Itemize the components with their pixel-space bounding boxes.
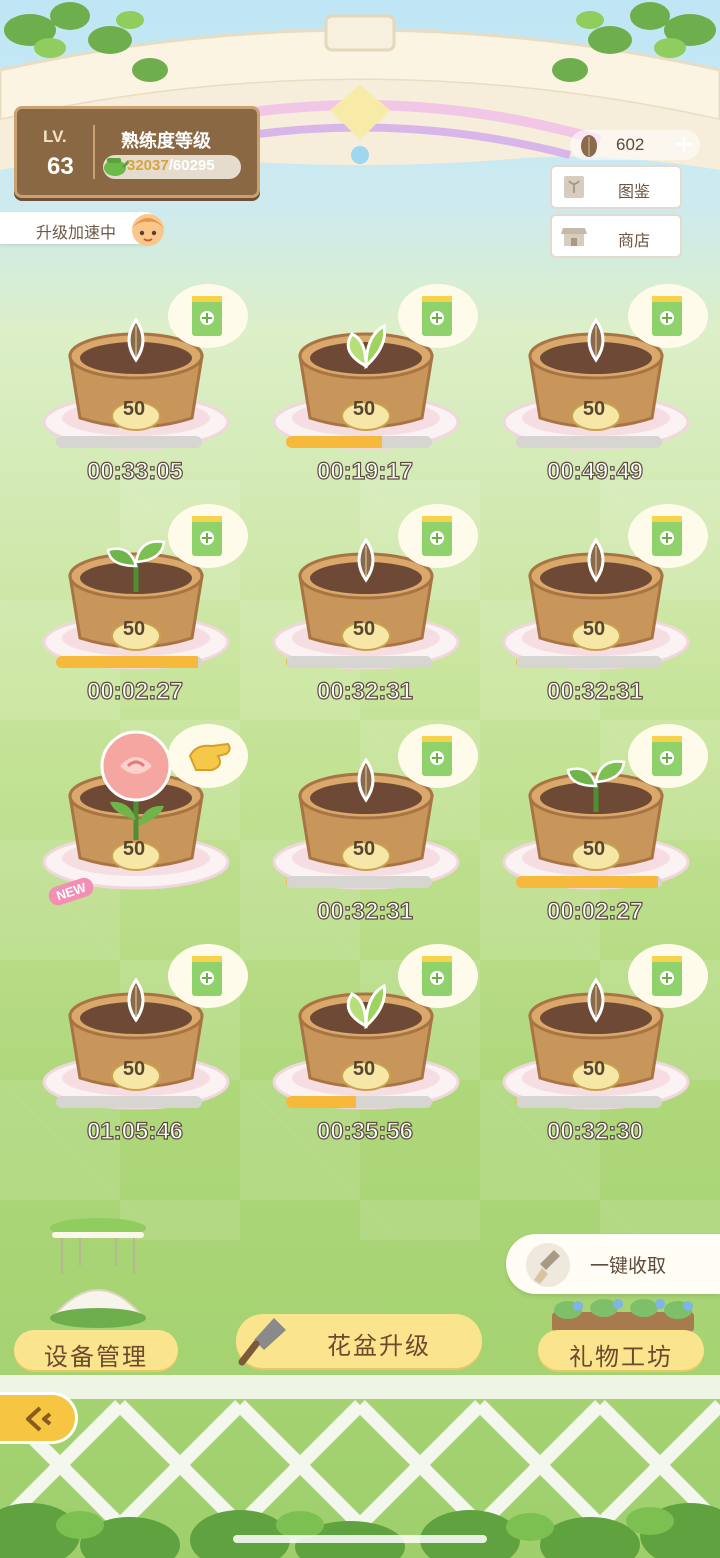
equipment-management-label: 设备管理 <box>44 1343 148 1371</box>
flowerpot[interactable]: 50 00:02:27 <box>40 504 248 720</box>
growth-progress-fill <box>286 436 383 448</box>
pot-level-number: 50 <box>122 1058 146 1080</box>
growth-progress-fill <box>516 876 658 888</box>
growth-timer: 00:49:49 <box>546 457 644 485</box>
back-button[interactable] <box>0 1392 78 1444</box>
growth-timer: 01:05:46 <box>86 1117 184 1145</box>
catalog-label: 图鉴 <box>618 182 651 201</box>
add-currency-button[interactable]: + <box>674 130 694 158</box>
level-value: 63 <box>47 153 74 180</box>
flowerpot[interactable]: 50 00:49:49 <box>500 284 708 500</box>
shop-label: 商店 <box>618 231 651 250</box>
one-click-harvest-button[interactable]: 一键收取 <box>506 1234 720 1294</box>
pot-level-number: 50 <box>122 838 146 860</box>
growth-timer: 00:19:17 <box>316 457 414 485</box>
seed-packet-icon[interactable] <box>626 282 710 352</box>
xp-max: 60295 <box>172 157 215 174</box>
growth-timer: 00:02:27 <box>86 677 184 705</box>
gift-workshop-button[interactable]: 礼物工坊 <box>538 1330 704 1371</box>
seed-currency-icon <box>581 135 597 157</box>
flowerpot[interactable]: 50 00:32:31 <box>500 504 708 720</box>
growth-timer: 00:35:56 <box>316 1117 414 1145</box>
pot-level-number: 50 <box>352 618 376 640</box>
seed-packet-icon[interactable] <box>396 722 480 792</box>
pot-level-number: 50 <box>582 1058 606 1080</box>
growth-progress-bar <box>286 876 432 888</box>
shovel-icon <box>526 1243 570 1287</box>
growth-progress-bar <box>286 436 432 448</box>
level-label: LV. <box>43 127 67 146</box>
flowerpot[interactable]: 50 00:32:30 <box>500 944 708 1160</box>
speedup-badge[interactable]: 升级加速中 <box>0 212 164 246</box>
pot-upgrade-label: 花盆升级 <box>327 1332 431 1360</box>
pot-level-number: 50 <box>582 398 606 420</box>
growth-progress-bar <box>286 1096 432 1108</box>
growth-timer: 00:32:31 <box>546 677 644 705</box>
pot-level-number: 50 <box>122 398 146 420</box>
growth-timer: 00:02:27 <box>546 897 644 925</box>
growth-progress-bar <box>516 656 662 668</box>
level-divider <box>93 125 95 179</box>
helper-avatar-icon <box>132 214 164 246</box>
watering-can-icon <box>104 158 129 176</box>
equipment-management-button[interactable]: 设备管理 <box>14 1330 178 1371</box>
pot-level-number: 50 <box>352 398 376 420</box>
seed-packet-icon[interactable] <box>626 942 710 1012</box>
seed-packet-icon[interactable] <box>396 282 480 352</box>
seed-packet-icon[interactable] <box>166 282 250 352</box>
one-click-harvest-label: 一键收取 <box>590 1255 667 1277</box>
currency-amount: 602 <box>616 135 645 154</box>
shop-icon <box>561 228 587 246</box>
xp-text: 32037/60295 <box>127 157 215 174</box>
mastery-title: 熟练度等级 <box>121 131 211 152</box>
pot-upgrade-button[interactable]: 花盆升级 <box>236 1314 482 1368</box>
garden-fence <box>0 1375 720 1558</box>
pot-level-number: 50 <box>582 838 606 860</box>
flowerpot[interactable]: 50 00:33:05 <box>40 284 248 500</box>
equipment-gazebo-icon <box>50 1218 146 1328</box>
growth-progress-bar <box>56 436 202 448</box>
gift-workshop-label: 礼物工坊 <box>569 1343 673 1371</box>
seed-packet-icon[interactable] <box>396 942 480 1012</box>
pot-level-number: 50 <box>352 1058 376 1080</box>
speedup-label: 升级加速中 <box>36 223 117 242</box>
xp-current: 32037 <box>127 157 169 174</box>
seed-packet-icon[interactable] <box>166 942 250 1012</box>
book-icon <box>564 176 584 198</box>
growth-progress-fill <box>286 1096 357 1108</box>
pot-level-number: 50 <box>352 838 376 860</box>
gift-workshop-planter-icon <box>552 1299 694 1332</box>
seed-packet-icon[interactable] <box>626 502 710 572</box>
flowerpot[interactable]: 50 00:35:56 <box>270 944 478 1160</box>
growth-timer: 00:32:31 <box>316 897 414 925</box>
flowerpot[interactable]: 50 NEW <box>40 724 248 940</box>
pot-level-number: 50 <box>122 618 146 640</box>
growth-progress-bar <box>516 876 662 888</box>
harvest-glove-icon[interactable] <box>166 722 250 792</box>
flowerpot[interactable]: 50 00:19:17 <box>270 284 478 500</box>
catalog-button[interactable]: 图鉴 <box>550 165 682 209</box>
growth-progress-bar <box>516 1096 662 1108</box>
level-card[interactable]: LV. 63 熟练度等级 32037/60295 <box>14 106 260 198</box>
seed-packet-icon[interactable] <box>626 722 710 792</box>
seed-packet-icon[interactable] <box>166 502 250 572</box>
growth-progress-bar <box>286 656 432 668</box>
flowerpot[interactable]: 50 01:05:46 <box>40 944 248 1160</box>
growth-progress-bar <box>516 436 662 448</box>
pot-level-number: 50 <box>582 618 606 640</box>
seed-packet-icon[interactable] <box>396 502 480 572</box>
flowerpot[interactable]: 50 00:32:31 <box>270 504 478 720</box>
collapse-arrow-icon <box>26 1406 52 1432</box>
growth-progress-bar <box>56 656 202 668</box>
growth-timer: 00:32:31 <box>316 677 414 705</box>
flowerpot[interactable]: 50 00:32:31 <box>270 724 478 940</box>
home-indicator[interactable] <box>233 1535 487 1543</box>
flowerpot[interactable]: 50 00:02:27 <box>500 724 708 940</box>
growth-progress-bar <box>56 1096 202 1108</box>
seed-currency[interactable]: 602 + <box>570 130 700 160</box>
growth-timer: 00:32:30 <box>546 1117 644 1145</box>
shop-button[interactable]: 商店 <box>550 214 682 258</box>
growth-timer: 00:33:05 <box>86 457 184 485</box>
growth-progress-fill <box>56 656 198 668</box>
